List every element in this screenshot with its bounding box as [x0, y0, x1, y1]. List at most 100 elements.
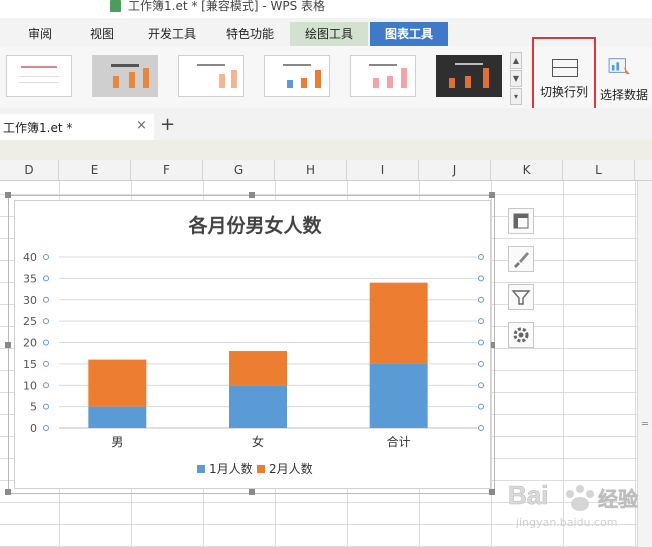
tab-review[interactable]: 审阅	[14, 22, 66, 46]
resize-handle-bottom-left[interactable]	[5, 489, 11, 495]
axis-selection-dot[interactable]	[478, 296, 484, 303]
x-tick-label: 男	[111, 435, 123, 449]
chart-style-button[interactable]	[508, 246, 534, 272]
bar-feb-1[interactable]	[229, 351, 287, 386]
axis-selection-dot[interactable]	[478, 254, 484, 260]
style-gallery-scroller[interactable]: ▲ ▼ ▾	[510, 52, 522, 105]
select-data-button[interactable]: 选择数据	[596, 50, 652, 106]
axis-selection-dot[interactable]	[478, 360, 484, 367]
new-tab-icon[interactable]: +	[160, 114, 175, 135]
axis-selection-dot[interactable]	[43, 360, 49, 367]
bar-jan-0[interactable]	[88, 406, 147, 428]
axis-selection-dot[interactable]	[43, 382, 49, 389]
chart[interactable]: 各月份男女人数 0 5 10 15 20 25 30 35 40 男 女 合计 1月人数 2月人数	[14, 200, 491, 489]
bar-jan-2[interactable]	[369, 363, 428, 428]
chart-filter-button[interactable]	[508, 284, 534, 310]
bar-jan-1[interactable]	[229, 385, 287, 428]
y-tick-label: 40	[23, 251, 37, 264]
legend-label[interactable]: 2月人数	[269, 461, 313, 476]
bar-feb-2[interactable]	[369, 282, 428, 364]
x-tick-label: 女	[252, 434, 264, 449]
column-header-g[interactable]: G	[203, 160, 275, 180]
baidu-paw-logo-icon: Bai 经验 jingyan.baidu.com	[508, 480, 639, 529]
column-header-l[interactable]: L	[563, 160, 635, 180]
gallery-expand-icon[interactable]: ▾	[510, 88, 522, 105]
chart-elements-icon	[513, 213, 529, 229]
axis-selection-dot[interactable]	[478, 339, 484, 346]
chart-style-preview-icon	[449, 63, 489, 88]
watermark-brand: Bai	[508, 480, 548, 510]
y-tick-label: 0	[30, 422, 37, 435]
column-header-k[interactable]: K	[491, 160, 563, 180]
axis-selection-dot[interactable]	[43, 339, 49, 346]
tab-special-features[interactable]: 特色功能	[216, 22, 284, 46]
y-tick-label: 30	[23, 294, 37, 307]
resize-handle-top[interactable]	[249, 192, 255, 198]
scroll-down-icon[interactable]: ▼	[510, 70, 522, 87]
x-tick-label: 合计	[387, 434, 411, 449]
switch-row-column-button[interactable]: 切换行列	[532, 37, 596, 111]
y-tick-label: 25	[23, 315, 37, 328]
chart-style-thumbnail-3[interactable]	[178, 55, 244, 97]
scroll-up-icon[interactable]: ▲	[510, 52, 522, 69]
split-handle-icon[interactable]: ═	[642, 419, 648, 430]
tab-chart-tools[interactable]: 图表工具	[370, 22, 448, 46]
document-tab-bar: 工作簿1.et * × +	[0, 108, 652, 142]
document-tab[interactable]: 工作簿1.et * ×	[0, 114, 154, 142]
filter-icon	[511, 290, 531, 305]
resize-handle-left[interactable]	[5, 342, 11, 348]
axis-selection-dot[interactable]	[43, 318, 49, 325]
chart-style-thumbnail-6[interactable]	[436, 55, 502, 97]
tab-drawing-tools[interactable]: 绘图工具	[290, 22, 368, 46]
chart-title[interactable]: 各月份男女人数	[187, 214, 322, 237]
chart-style-preview-icon	[197, 64, 237, 88]
axis-selection-dot[interactable]	[43, 425, 49, 431]
switch-row-column-label: 切换行列	[539, 85, 588, 99]
chart-style-thumbnail-1[interactable]	[6, 55, 72, 97]
axis-selection-dot[interactable]	[43, 254, 49, 260]
axis-selection-dot[interactable]	[43, 403, 49, 410]
tab-view[interactable]: 视图	[76, 22, 128, 46]
chart-style-preview-icon	[283, 64, 321, 88]
chart-elements-button[interactable]	[508, 208, 534, 234]
legend-label[interactable]: 1月人数	[209, 461, 253, 476]
axis-selection-dot[interactable]	[43, 275, 49, 282]
tab-developer-tools[interactable]: 开发工具	[138, 22, 206, 46]
bar-feb-0[interactable]	[88, 359, 147, 407]
close-icon[interactable]: ×	[136, 118, 147, 133]
axis-selection-dot[interactable]	[478, 403, 484, 410]
window-title: 工作簿1.et * [兼容模式] - WPS 表格	[128, 0, 326, 13]
document-tab-name: 工作簿1.et *	[3, 121, 73, 135]
chart-style-thumbnail-5[interactable]	[350, 55, 416, 97]
select-data-label: 选择数据	[599, 88, 648, 102]
paintbrush-icon	[514, 252, 529, 268]
axis-selection-dot[interactable]	[478, 275, 484, 282]
axis-selection-dot[interactable]	[478, 318, 484, 325]
column-header-h[interactable]: H	[275, 160, 347, 180]
y-tick-label: 5	[30, 401, 37, 414]
chart-style-preview-icon	[19, 66, 59, 83]
baidu-jingyan-watermark: Bai 经验 jingyan.baidu.com	[508, 474, 648, 534]
column-header-j[interactable]: J	[419, 160, 491, 180]
chart-style-thumbnail-2[interactable]	[92, 55, 158, 97]
y-tick-label: 15	[23, 358, 37, 371]
resize-handle-top-left[interactable]	[5, 192, 11, 198]
watermark-cn: 经验	[598, 487, 638, 511]
chart-style-preview-icon	[111, 64, 149, 88]
column-header-d[interactable]: D	[0, 160, 59, 180]
axis-selection-dot[interactable]	[478, 382, 484, 389]
y-tick-label: 20	[23, 337, 37, 350]
y-tick-label: 10	[23, 379, 37, 392]
column-header-f[interactable]: F	[131, 160, 203, 180]
chart-settings-button[interactable]	[508, 322, 534, 348]
formula-bar-strip	[0, 140, 652, 161]
column-header-e[interactable]: E	[59, 160, 131, 180]
axis-selection-dot[interactable]	[43, 296, 49, 303]
legend-swatch	[257, 465, 265, 473]
chart-style-thumbnail-4[interactable]	[264, 55, 330, 97]
window-titlebar: 工作簿1.et * [兼容模式] - WPS 表格	[0, 0, 652, 18]
resize-handle-top-right[interactable]	[489, 192, 495, 198]
column-header-i[interactable]: I	[347, 160, 419, 180]
axis-selection-dot[interactable]	[478, 425, 484, 431]
switch-row-column-icon	[552, 59, 578, 77]
